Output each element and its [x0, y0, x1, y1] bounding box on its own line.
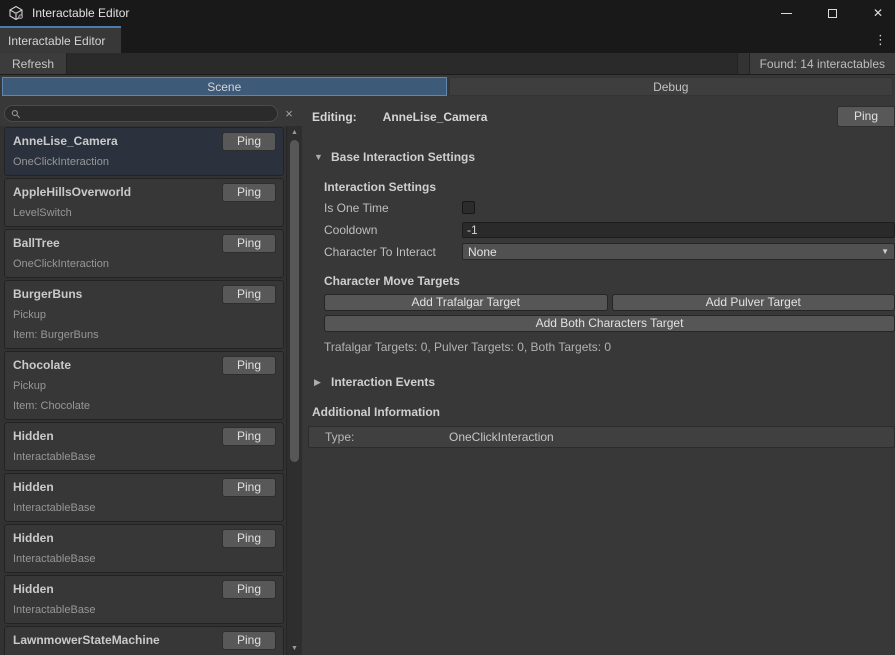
additional-information-header: Additional Information	[312, 405, 895, 419]
interactable-list: AnneLise_Camera OneClickInteraction Ping…	[0, 126, 286, 655]
interaction-events-foldout[interactable]: ▶ Interaction Events	[314, 375, 895, 389]
window-title: Interactable Editor	[32, 6, 129, 20]
editing-label: Editing:	[312, 110, 357, 124]
item-type: Pickup	[13, 309, 275, 322]
list-item[interactable]: Hidden InteractableBase Ping	[4, 575, 284, 624]
scrollbar-thumb[interactable]	[290, 140, 299, 462]
is-one-time-label: Is One Time	[324, 201, 462, 215]
list-scrollbar[interactable]: ▲ ▼	[286, 126, 302, 655]
editor-ping-button[interactable]: Ping	[837, 106, 895, 127]
found-count-label: Found: 14 interactables	[749, 53, 895, 74]
character-move-targets-header: Character Move Targets	[324, 274, 895, 288]
ping-button[interactable]: Ping	[222, 478, 276, 497]
list-item[interactable]: Hidden InteractableBase Ping	[4, 524, 284, 573]
base-interaction-settings-foldout[interactable]: ▼ Base Interaction Settings	[314, 150, 895, 164]
ping-button[interactable]: Ping	[222, 183, 276, 202]
character-to-interact-label: Character To Interact	[324, 245, 462, 259]
type-info-row: Type: OneClickInteraction	[308, 426, 895, 448]
chevron-down-icon: ▼	[881, 247, 889, 256]
scroll-down-icon[interactable]: ▼	[291, 642, 298, 655]
search-input-box[interactable]	[4, 105, 278, 122]
search-input[interactable]	[21, 108, 271, 120]
item-type: InteractableBase	[13, 502, 275, 515]
interaction-settings-header: Interaction Settings	[324, 180, 895, 194]
foldout-closed-icon: ▶	[314, 377, 324, 388]
toolbar: Refresh Found: 14 interactables	[0, 53, 895, 75]
tab-interactable-editor[interactable]: Interactable Editor	[0, 26, 121, 53]
ping-button[interactable]: Ping	[222, 529, 276, 548]
cooldown-label: Cooldown	[324, 223, 462, 237]
list-item[interactable]: AppleHillsOverworld LevelSwitch Ping	[4, 178, 284, 227]
foldout-open-icon: ▼	[314, 152, 324, 162]
tab-debug[interactable]: Debug	[449, 77, 894, 96]
add-trafalgar-target-button[interactable]: Add Trafalgar Target	[324, 294, 608, 311]
view-tabs: Scene Debug	[0, 75, 895, 96]
character-to-interact-dropdown[interactable]: None ▼	[462, 243, 895, 260]
interactable-list-panel: × AnneLise_Camera OneClickInteraction Pi…	[0, 96, 302, 655]
list-item[interactable]: LawnmowerStateMachine OneClickInteractio…	[4, 626, 284, 655]
ping-button[interactable]: Ping	[222, 580, 276, 599]
clear-search-button[interactable]: ×	[278, 105, 300, 122]
ping-button[interactable]: Ping	[222, 132, 276, 151]
ping-button[interactable]: Ping	[222, 427, 276, 446]
list-item[interactable]: BallTree OneClickInteraction Ping	[4, 229, 284, 278]
interactable-editor-window: Interactable Editor ✕ Interactable Edito…	[0, 0, 895, 655]
item-type: Pickup	[13, 380, 275, 393]
minimize-button[interactable]	[779, 6, 793, 20]
item-type: InteractableBase	[13, 451, 275, 464]
kebab-menu-icon[interactable]: ⋮	[870, 26, 891, 53]
list-item[interactable]: Hidden InteractableBase Ping	[4, 422, 284, 471]
item-type: OneClickInteraction	[13, 258, 275, 271]
editor-panel: Editing: AnneLise_Camera Ping ▼ Base Int…	[302, 96, 895, 655]
tab-scene[interactable]: Scene	[2, 77, 447, 96]
scroll-up-icon[interactable]: ▲	[291, 126, 298, 139]
ping-button[interactable]: Ping	[222, 356, 276, 375]
maximize-button[interactable]	[825, 6, 839, 20]
ping-button[interactable]: Ping	[222, 631, 276, 650]
item-extra: Item: Chocolate	[13, 400, 275, 413]
search-icon	[11, 109, 21, 119]
item-type: OneClickInteraction	[13, 156, 275, 169]
close-button[interactable]: ✕	[871, 6, 885, 20]
cooldown-field[interactable]	[462, 222, 895, 238]
ping-button[interactable]: Ping	[222, 234, 276, 253]
list-item[interactable]: Hidden InteractableBase Ping	[4, 473, 284, 522]
item-type: InteractableBase	[13, 604, 275, 617]
toolbar-divider	[737, 53, 749, 74]
item-type: InteractableBase	[13, 553, 275, 566]
list-item[interactable]: BurgerBuns Pickup Item: BurgerBuns Ping	[4, 280, 284, 349]
item-type: LevelSwitch	[13, 207, 275, 220]
type-value: OneClickInteraction	[449, 430, 554, 444]
ping-button[interactable]: Ping	[222, 285, 276, 304]
editing-target-name: AnneLise_Camera	[383, 110, 488, 124]
document-tab-strip: Interactable Editor ⋮	[0, 26, 895, 53]
type-label: Type:	[309, 430, 449, 444]
add-pulver-target-button[interactable]: Add Pulver Target	[612, 294, 895, 311]
refresh-button[interactable]: Refresh	[0, 53, 67, 74]
add-both-characters-target-button[interactable]: Add Both Characters Target	[324, 315, 895, 332]
is-one-time-checkbox[interactable]	[462, 201, 475, 214]
targets-summary: Trafalgar Targets: 0, Pulver Targets: 0,…	[324, 340, 895, 354]
item-extra: Item: BurgerBuns	[13, 329, 275, 342]
title-bar: Interactable Editor ✕	[0, 0, 895, 26]
list-item[interactable]: AnneLise_Camera OneClickInteraction Ping	[4, 127, 284, 176]
unity-cube-icon	[8, 5, 24, 21]
list-item[interactable]: Chocolate Pickup Item: Chocolate Ping	[4, 351, 284, 420]
